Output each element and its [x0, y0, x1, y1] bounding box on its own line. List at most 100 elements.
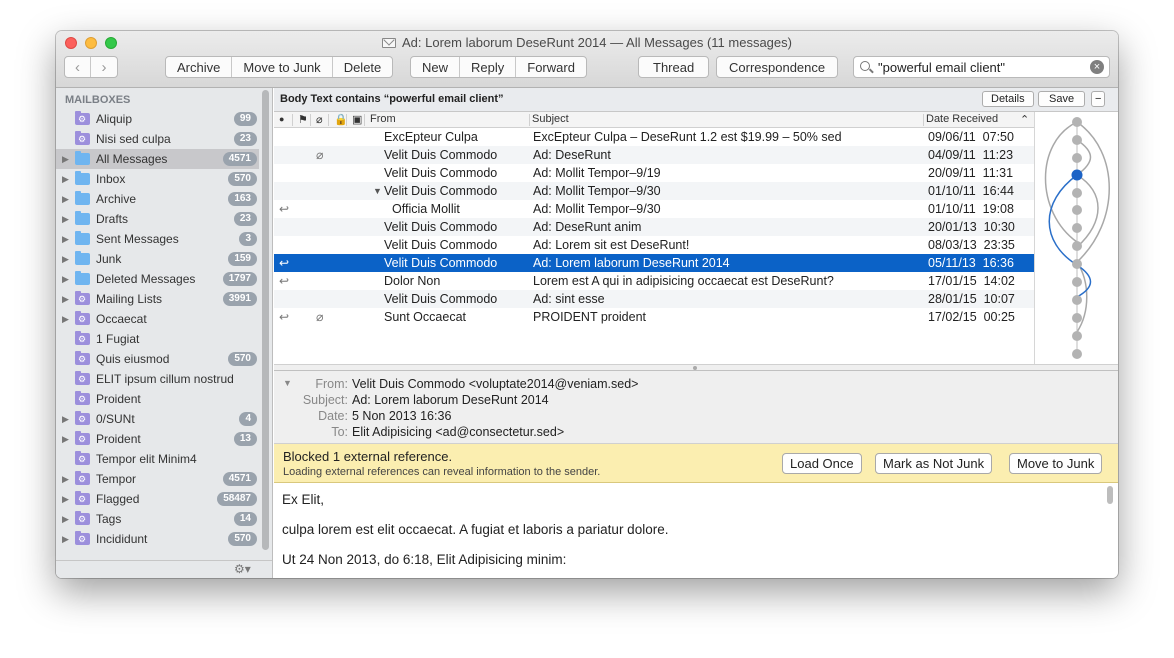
unread-count-badge: 159 [228, 252, 257, 266]
from-value[interactable]: Velit Duis Commodo <voluptate2014@veniam… [352, 377, 638, 391]
mailbox-label: Occaecat [96, 312, 147, 326]
subject-value: Ad: Lorem laborum DeseRunt 2014 [352, 393, 549, 407]
details-button[interactable]: Details [982, 91, 1034, 107]
banner-move-to-junk-button[interactable]: Move to Junk [1009, 453, 1103, 474]
to-value[interactable]: Elit Adipisicing <ad@consectetur.sed> [352, 425, 564, 439]
disclosure-triangle-icon[interactable]: ▶ [62, 529, 69, 549]
sort-ascending-icon[interactable]: ⌃ [1020, 113, 1029, 126]
correspondence-button[interactable]: Correspondence [717, 57, 837, 77]
mailbox-item[interactable]: ▶ 0/SUNt 4 [56, 409, 259, 429]
message-row[interactable]: ↩ Officia Mollit Ad: Mollit Tempor–9/30 01/… [274, 200, 1034, 218]
disclosure-triangle-icon[interactable]: ▶ [62, 189, 69, 209]
correspondence-group: Correspondence [716, 56, 839, 78]
mailbox-item[interactable]: Proident [56, 389, 259, 409]
mailbox-item[interactable]: ▶ Proident 13 [56, 429, 259, 449]
mailbox-item[interactable]: ▶ Occaecat [56, 309, 259, 329]
delete-button[interactable]: Delete [333, 57, 393, 77]
mailbox-label: 0/SUNt [96, 412, 135, 426]
load-once-button[interactable]: Load Once [782, 453, 862, 474]
unread-column-icon[interactable]: ● [279, 114, 284, 124]
mailbox-item[interactable]: ▶ Tags 14 [56, 509, 259, 529]
disclosure-triangle-icon[interactable]: ▶ [62, 209, 69, 229]
mailbox-item[interactable]: ▶ Archive 163 [56, 189, 259, 209]
subject-column-header[interactable]: Subject [532, 113, 569, 125]
disclosure-triangle-icon[interactable]: ▶ [62, 469, 69, 489]
banner-title: Blocked 1 external reference. [283, 449, 453, 464]
forward-button[interactable]: Forward [516, 57, 586, 77]
mark-not-junk-button[interactable]: Mark as Not Junk [875, 453, 993, 474]
replied-icon: ↩ [279, 202, 290, 216]
sidebar-scrollbar[interactable] [262, 90, 269, 550]
message-row[interactable]: ExcEpteur Culpa ExcEpteur Culpa – DeseRun… [274, 128, 1034, 146]
message-subject: Ad: Mollit Tempor–9/30 [533, 184, 661, 198]
search-field[interactable]: "powerful email client" × [853, 56, 1110, 78]
thread-button[interactable]: Thread [639, 57, 708, 77]
mailbox-item[interactable]: ▶ Inbox 570 [56, 169, 259, 189]
message-row[interactable]: ↩ Velit Duis Commodo Ad: Lorem laborum Des… [274, 254, 1034, 272]
mailbox-item[interactable]: ▶ Incididunt 570 [56, 529, 259, 549]
body-scrollbar[interactable] [1107, 486, 1113, 504]
message-row[interactable]: ▼ Velit Duis Commodo Ad: Mollit Tempor–9/3… [274, 182, 1034, 200]
disclosure-triangle-icon[interactable]: ▶ [62, 309, 69, 329]
message-row[interactable]: ↩ ⌀ Sunt Occaecat PROIDENT proident 17/02/15… [274, 308, 1034, 326]
disclosure-triangle-icon[interactable]: ▶ [62, 289, 69, 309]
message-row[interactable]: Velit Duis Commodo Ad: Mollit Tempor–9/19… [274, 164, 1034, 182]
list-preview-splitter[interactable] [274, 364, 1118, 371]
smart-mailbox-icon [75, 329, 90, 349]
disclosure-triangle-icon[interactable]: ▶ [62, 429, 69, 449]
mailbox-item[interactable]: ▶ Tempor 4571 [56, 469, 259, 489]
mailbox-item[interactable]: Aliquip 99 [56, 109, 259, 129]
archive-button[interactable]: Archive [166, 57, 233, 77]
message-row[interactable]: Velit Duis Commodo Ad: Lorem sit est Dese… [274, 236, 1034, 254]
mailbox-item[interactable]: Tempor elit Minim4 [56, 449, 259, 469]
message-row[interactable]: Velit Duis Commodo Ad: sint esse 28/01/15 … [274, 290, 1034, 308]
disclosure-triangle-icon[interactable]: ▶ [62, 229, 69, 249]
mailbox-item[interactable]: ▶ Drafts 23 [56, 209, 259, 229]
forward-nav-button[interactable]: › [91, 57, 117, 77]
mailbox-item[interactable]: ▶ Sent Messages 3 [56, 229, 259, 249]
mailbox-item[interactable]: 1 Fugiat [56, 329, 259, 349]
from-column-header[interactable]: From [370, 113, 396, 125]
gear-icon[interactable]: ⚙▾ [234, 562, 251, 576]
remove-filter-button[interactable]: − [1091, 91, 1106, 107]
mailbox-item[interactable]: Nisi sed culpa 23 [56, 129, 259, 149]
disclosure-triangle-icon[interactable]: ▶ [62, 169, 69, 189]
thread-arc-diagram [1044, 117, 1110, 359]
disclosure-triangle-icon[interactable]: ▶ [62, 269, 69, 289]
clear-search-icon[interactable]: × [1090, 60, 1104, 74]
save-search-button[interactable]: Save [1038, 91, 1086, 107]
move-to-junk-button[interactable]: Move to Junk [232, 57, 333, 77]
smart-mailbox-icon [75, 369, 90, 389]
unread-count-badge: 4571 [222, 152, 257, 166]
message-date: 20/01/13 10:30 [928, 220, 1015, 234]
folder-icon [75, 171, 90, 185]
attachment-column-icon[interactable]: ⌀ [316, 113, 323, 126]
reply-button[interactable]: Reply [460, 57, 517, 77]
contact-column-icon[interactable]: ▣ [352, 113, 362, 126]
search-input[interactable]: "powerful email client" [878, 60, 1005, 75]
date-column-header[interactable]: Date Received [926, 113, 998, 125]
disclosure-triangle-icon[interactable]: ▶ [62, 409, 69, 429]
disclosure-triangle-icon[interactable]: ▶ [62, 489, 69, 509]
back-button[interactable]: ‹ [65, 57, 91, 77]
mailbox-item[interactable]: ▶ Deleted Messages 1797 [56, 269, 259, 289]
message-row[interactable]: ↩ Dolor Non Lorem est A qui in adipisicing… [274, 272, 1034, 290]
disclosure-triangle-icon[interactable]: ▶ [62, 249, 69, 269]
mailbox-item[interactable]: ▶ All Messages 4571 [56, 149, 259, 169]
message-date: 20/09/11 11:31 [928, 166, 1014, 180]
message-row[interactable]: ⌀ Velit Duis Commodo Ad: DeseRunt 04/09/11 … [274, 146, 1034, 164]
mailbox-item[interactable]: Quis eiusmod 570 [56, 349, 259, 369]
new-message-button[interactable]: New [411, 57, 461, 77]
disclosure-triangle-icon[interactable]: ▶ [62, 509, 69, 529]
message-row[interactable]: Velit Duis Commodo Ad: DeseRunt anim 20/01… [274, 218, 1034, 236]
flag-column-icon[interactable]: ⚑ [298, 113, 308, 126]
mailbox-item[interactable]: ▶ Mailing Lists 3991 [56, 289, 259, 309]
message-from: Sunt Occaecat [384, 310, 466, 324]
mailbox-item[interactable]: ▶ Junk 159 [56, 249, 259, 269]
mailbox-item[interactable]: ELIT ipsum cillum nostrud [56, 369, 259, 389]
thread-disclosure-icon[interactable]: ▼ [373, 182, 382, 200]
unread-count-badge: 570 [228, 172, 257, 186]
disclosure-triangle-icon[interactable]: ▶ [62, 149, 69, 169]
mailbox-item[interactable]: ▶ Flagged 58487 [56, 489, 259, 509]
window-title-text: Ad: Lorem laborum DeseRunt 2014 — All Me… [402, 35, 792, 50]
